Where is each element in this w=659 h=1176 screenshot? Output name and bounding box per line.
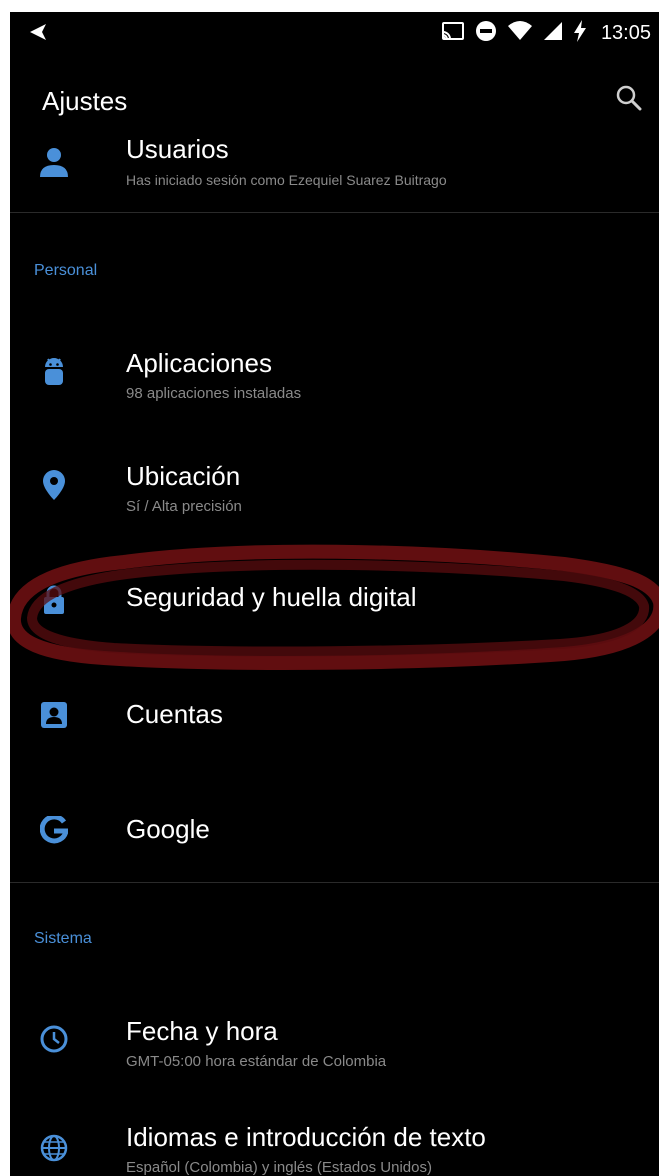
list-item-label: Fecha y hora	[126, 1016, 278, 1046]
list-item-label: Google	[126, 814, 210, 844]
search-icon[interactable]	[615, 84, 643, 117]
page-title: Ajustes	[42, 86, 128, 116]
list-item-label: Seguridad y huella digital	[126, 582, 417, 612]
list-item-label: Usuarios	[126, 134, 229, 164]
clock-time: 13:05	[600, 21, 651, 44]
list-item-location[interactable]: Ubicación Sí / Alta precisión	[10, 437, 659, 537]
list-item-languages[interactable]: Idiomas e introducción de texto Español …	[10, 1106, 659, 1176]
clock-icon	[38, 1023, 70, 1055]
list-item-sublabel: 98 aplicaciones instaladas	[126, 385, 302, 402]
list-item-sublabel: Sí / Alta precisión	[126, 498, 242, 515]
list-item-users[interactable]: Usuarios Has iniciado sesión como Ezequi…	[10, 130, 659, 210]
list-item-security[interactable]: Seguridad y huella digital	[10, 557, 659, 647]
status-bar: 13:05	[10, 12, 659, 56]
location-pin-icon	[38, 469, 70, 501]
google-g-icon	[38, 814, 70, 846]
back-arrow-icon[interactable]	[28, 22, 56, 47]
list-item-google[interactable]: Google	[10, 787, 659, 877]
list-item-sublabel: Has iniciado sesión como Ezequiel Suarez…	[126, 172, 447, 188]
list-item-date-time[interactable]: Fecha y hora GMT-05:00 hora estándar de …	[10, 992, 659, 1092]
list-item-accounts[interactable]: Cuentas	[10, 672, 659, 762]
list-item-label: Aplicaciones	[126, 348, 272, 378]
do-not-disturb-icon	[475, 20, 497, 47]
list-item-sublabel: GMT-05:00 hora estándar de Colombia	[126, 1053, 387, 1070]
app-bar: Ajustes	[10, 56, 659, 136]
list-item-label: Idiomas e introducción de texto	[126, 1122, 486, 1152]
cellular-signal-icon	[543, 21, 563, 46]
list-item-apps[interactable]: Aplicaciones 98 aplicaciones instaladas	[10, 322, 659, 422]
list-item-sublabel: Español (Colombia) y inglés (Estados Uni…	[126, 1159, 432, 1176]
section-header-personal: Personal	[34, 262, 98, 279]
section-header-system: Sistema	[34, 930, 92, 947]
cast-icon	[441, 20, 465, 47]
divider	[10, 882, 659, 883]
settings-screen: 13:05 Ajustes Usuarios Has iniciado sesi…	[10, 12, 659, 1176]
lock-icon	[38, 584, 70, 616]
list-item-label: Ubicación	[126, 461, 241, 491]
list-item-label: Cuentas	[126, 699, 223, 729]
globe-icon	[38, 1132, 70, 1164]
charging-bolt-icon	[573, 19, 587, 47]
account-box-icon	[38, 699, 70, 731]
android-icon	[38, 356, 70, 388]
wifi-icon	[507, 20, 533, 47]
divider	[10, 212, 659, 213]
person-icon	[38, 146, 70, 178]
